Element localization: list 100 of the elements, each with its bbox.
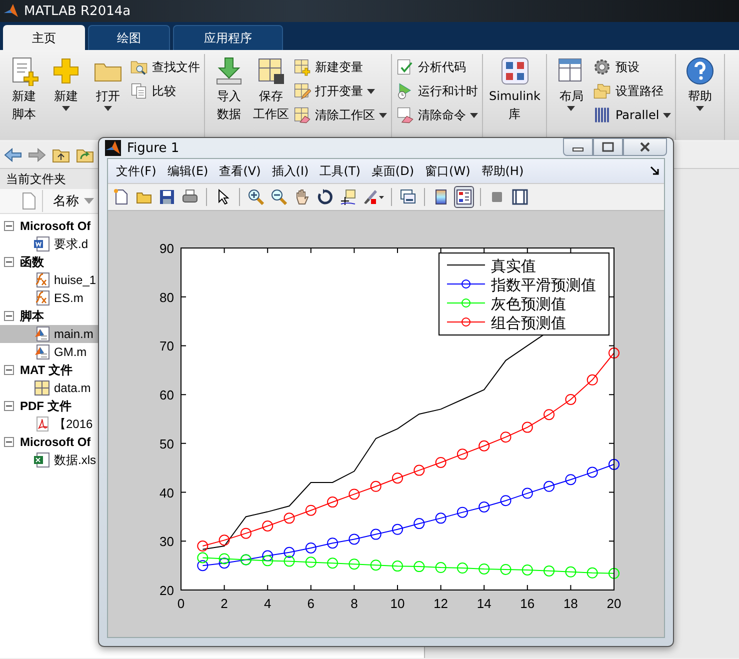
- close-button[interactable]: [623, 138, 667, 156]
- folders-icon: [593, 82, 612, 100]
- folder-up-icon[interactable]: [52, 147, 70, 163]
- collapse-icon[interactable]: [4, 221, 14, 231]
- menu-item[interactable]: 工具(T): [318, 160, 370, 182]
- point: [544, 480, 555, 492]
- close-icon: [638, 142, 652, 152]
- logo-icon: [105, 140, 121, 156]
- toolbar-button[interactable]: [454, 186, 474, 208]
- menu-item[interactable]: 编辑(E): [165, 160, 218, 182]
- tick-label: 40: [160, 485, 174, 500]
- toolstrip-button[interactable]: 清除工作区: [293, 104, 387, 126]
- point: [522, 564, 533, 576]
- ribbon-tab[interactable]: 绘图: [88, 25, 170, 50]
- point: [327, 538, 338, 549]
- new-file-icon: [113, 189, 129, 205]
- window-panes-icon: [512, 189, 528, 205]
- toolstrip-button[interactable]: 清除命令: [396, 104, 478, 126]
- point: [348, 558, 360, 570]
- collapse-icon[interactable]: [4, 401, 14, 411]
- toolstrip-button[interactable]: 新建: [46, 54, 86, 114]
- menu-item[interactable]: 查看(V): [217, 160, 270, 182]
- maximize-icon: [601, 142, 615, 152]
- collapse-icon[interactable]: [4, 311, 14, 321]
- toolstrip-button[interactable]: 布局: [551, 54, 592, 114]
- legend-swatch: [446, 318, 486, 326]
- help-icon: [685, 56, 716, 86]
- file-item[interactable]: ES.m: [0, 289, 98, 307]
- toolstrip-button[interactable]: 设置路径: [593, 80, 672, 102]
- file-item[interactable]: main.m: [0, 325, 98, 343]
- point: [414, 518, 425, 530]
- point: [392, 560, 403, 572]
- toolstrip-button[interactable]: 新建变量: [293, 56, 387, 78]
- toolstrip-button[interactable]: 查找文件: [130, 56, 200, 78]
- point: [262, 555, 274, 566]
- toolstrip-button[interactable]: Parallel: [593, 104, 672, 126]
- collapse-icon[interactable]: [4, 257, 14, 267]
- bars-icon: [593, 106, 612, 124]
- minimize-button[interactable]: [563, 138, 593, 156]
- toolstrip-button[interactable]: 运行和计时: [396, 80, 478, 102]
- point: [327, 496, 338, 508]
- toolstrip-button[interactable]: 预设: [593, 56, 672, 78]
- point: [197, 560, 208, 572]
- point: [456, 562, 468, 574]
- menu-item[interactable]: 插入(I): [270, 160, 318, 182]
- word-file-icon: [34, 236, 50, 252]
- file-item[interactable]: huise_1: [0, 271, 98, 289]
- point: [284, 556, 295, 567]
- point: [305, 504, 316, 516]
- point: [218, 553, 230, 564]
- point: [608, 348, 620, 359]
- file-item[interactable]: 【2016: [0, 415, 98, 433]
- toolstrip-button[interactable]: 帮助: [680, 54, 720, 114]
- point: [435, 512, 446, 524]
- file-item[interactable]: GM.m: [0, 343, 98, 361]
- ribbon-tab[interactable]: 应用程序: [173, 25, 283, 50]
- point: [544, 409, 555, 420]
- brush-icon: [362, 189, 384, 205]
- tick-label: 70: [160, 338, 174, 354]
- collapse-icon[interactable]: [4, 365, 14, 375]
- data-cursor-icon: [340, 189, 356, 205]
- download-icon: [214, 56, 244, 86]
- menu-item[interactable]: 文件(F): [114, 160, 166, 182]
- tick-label: 2: [220, 596, 228, 611]
- toolstrip-button[interactable]: Simulink 库: [487, 54, 542, 124]
- group-label: PDF 文件: [20, 398, 72, 414]
- file-item[interactable]: 要求.d: [0, 235, 98, 253]
- toolstrip-button[interactable]: 打开: [88, 54, 128, 114]
- legend-label: 真实值: [491, 257, 536, 275]
- file-item[interactable]: data.m: [0, 379, 98, 397]
- window-title: MATLAB R2014a: [24, 4, 131, 18]
- toolstrip-button[interactable]: 新建 脚本: [4, 54, 44, 124]
- forward-arrow-icon[interactable]: [28, 148, 46, 162]
- toolstrip-button[interactable]: 保存 工作区: [251, 54, 291, 124]
- tick-label: 10: [390, 596, 405, 611]
- folder-browse-icon[interactable]: [76, 147, 94, 163]
- pdf-file-icon: [34, 416, 50, 432]
- point: [478, 440, 490, 452]
- point: [218, 558, 230, 569]
- dock-arrow-icon[interactable]: [650, 166, 660, 176]
- ribbon-tab[interactable]: 主页: [3, 25, 85, 50]
- checklist-icon: [396, 58, 414, 76]
- tick-label: 0: [177, 596, 185, 611]
- collapse-icon[interactable]: [4, 437, 14, 447]
- legend-label: 组合预测值: [491, 314, 566, 332]
- back-arrow-icon[interactable]: [4, 148, 22, 162]
- tick-label: 30: [160, 534, 174, 550]
- menu-item[interactable]: 帮助(H): [479, 160, 533, 182]
- maximize-button[interactable]: [593, 138, 623, 156]
- menu-item[interactable]: 桌面(D): [369, 160, 424, 182]
- toolstrip-button[interactable]: 比较: [130, 80, 200, 102]
- file-item[interactable]: 数据.xls: [0, 451, 98, 469]
- plus-icon: [51, 56, 81, 86]
- toolstrip-button[interactable]: 打开变量: [293, 80, 387, 102]
- toolstrip-button[interactable]: 导入 数据: [209, 54, 249, 124]
- panel-title: 当前文件夹: [6, 170, 66, 188]
- menu-item[interactable]: 窗口(W): [423, 160, 480, 182]
- toolstrip-button[interactable]: 分析代码: [396, 56, 478, 78]
- logo-icon: [3, 3, 19, 19]
- point: [327, 558, 338, 569]
